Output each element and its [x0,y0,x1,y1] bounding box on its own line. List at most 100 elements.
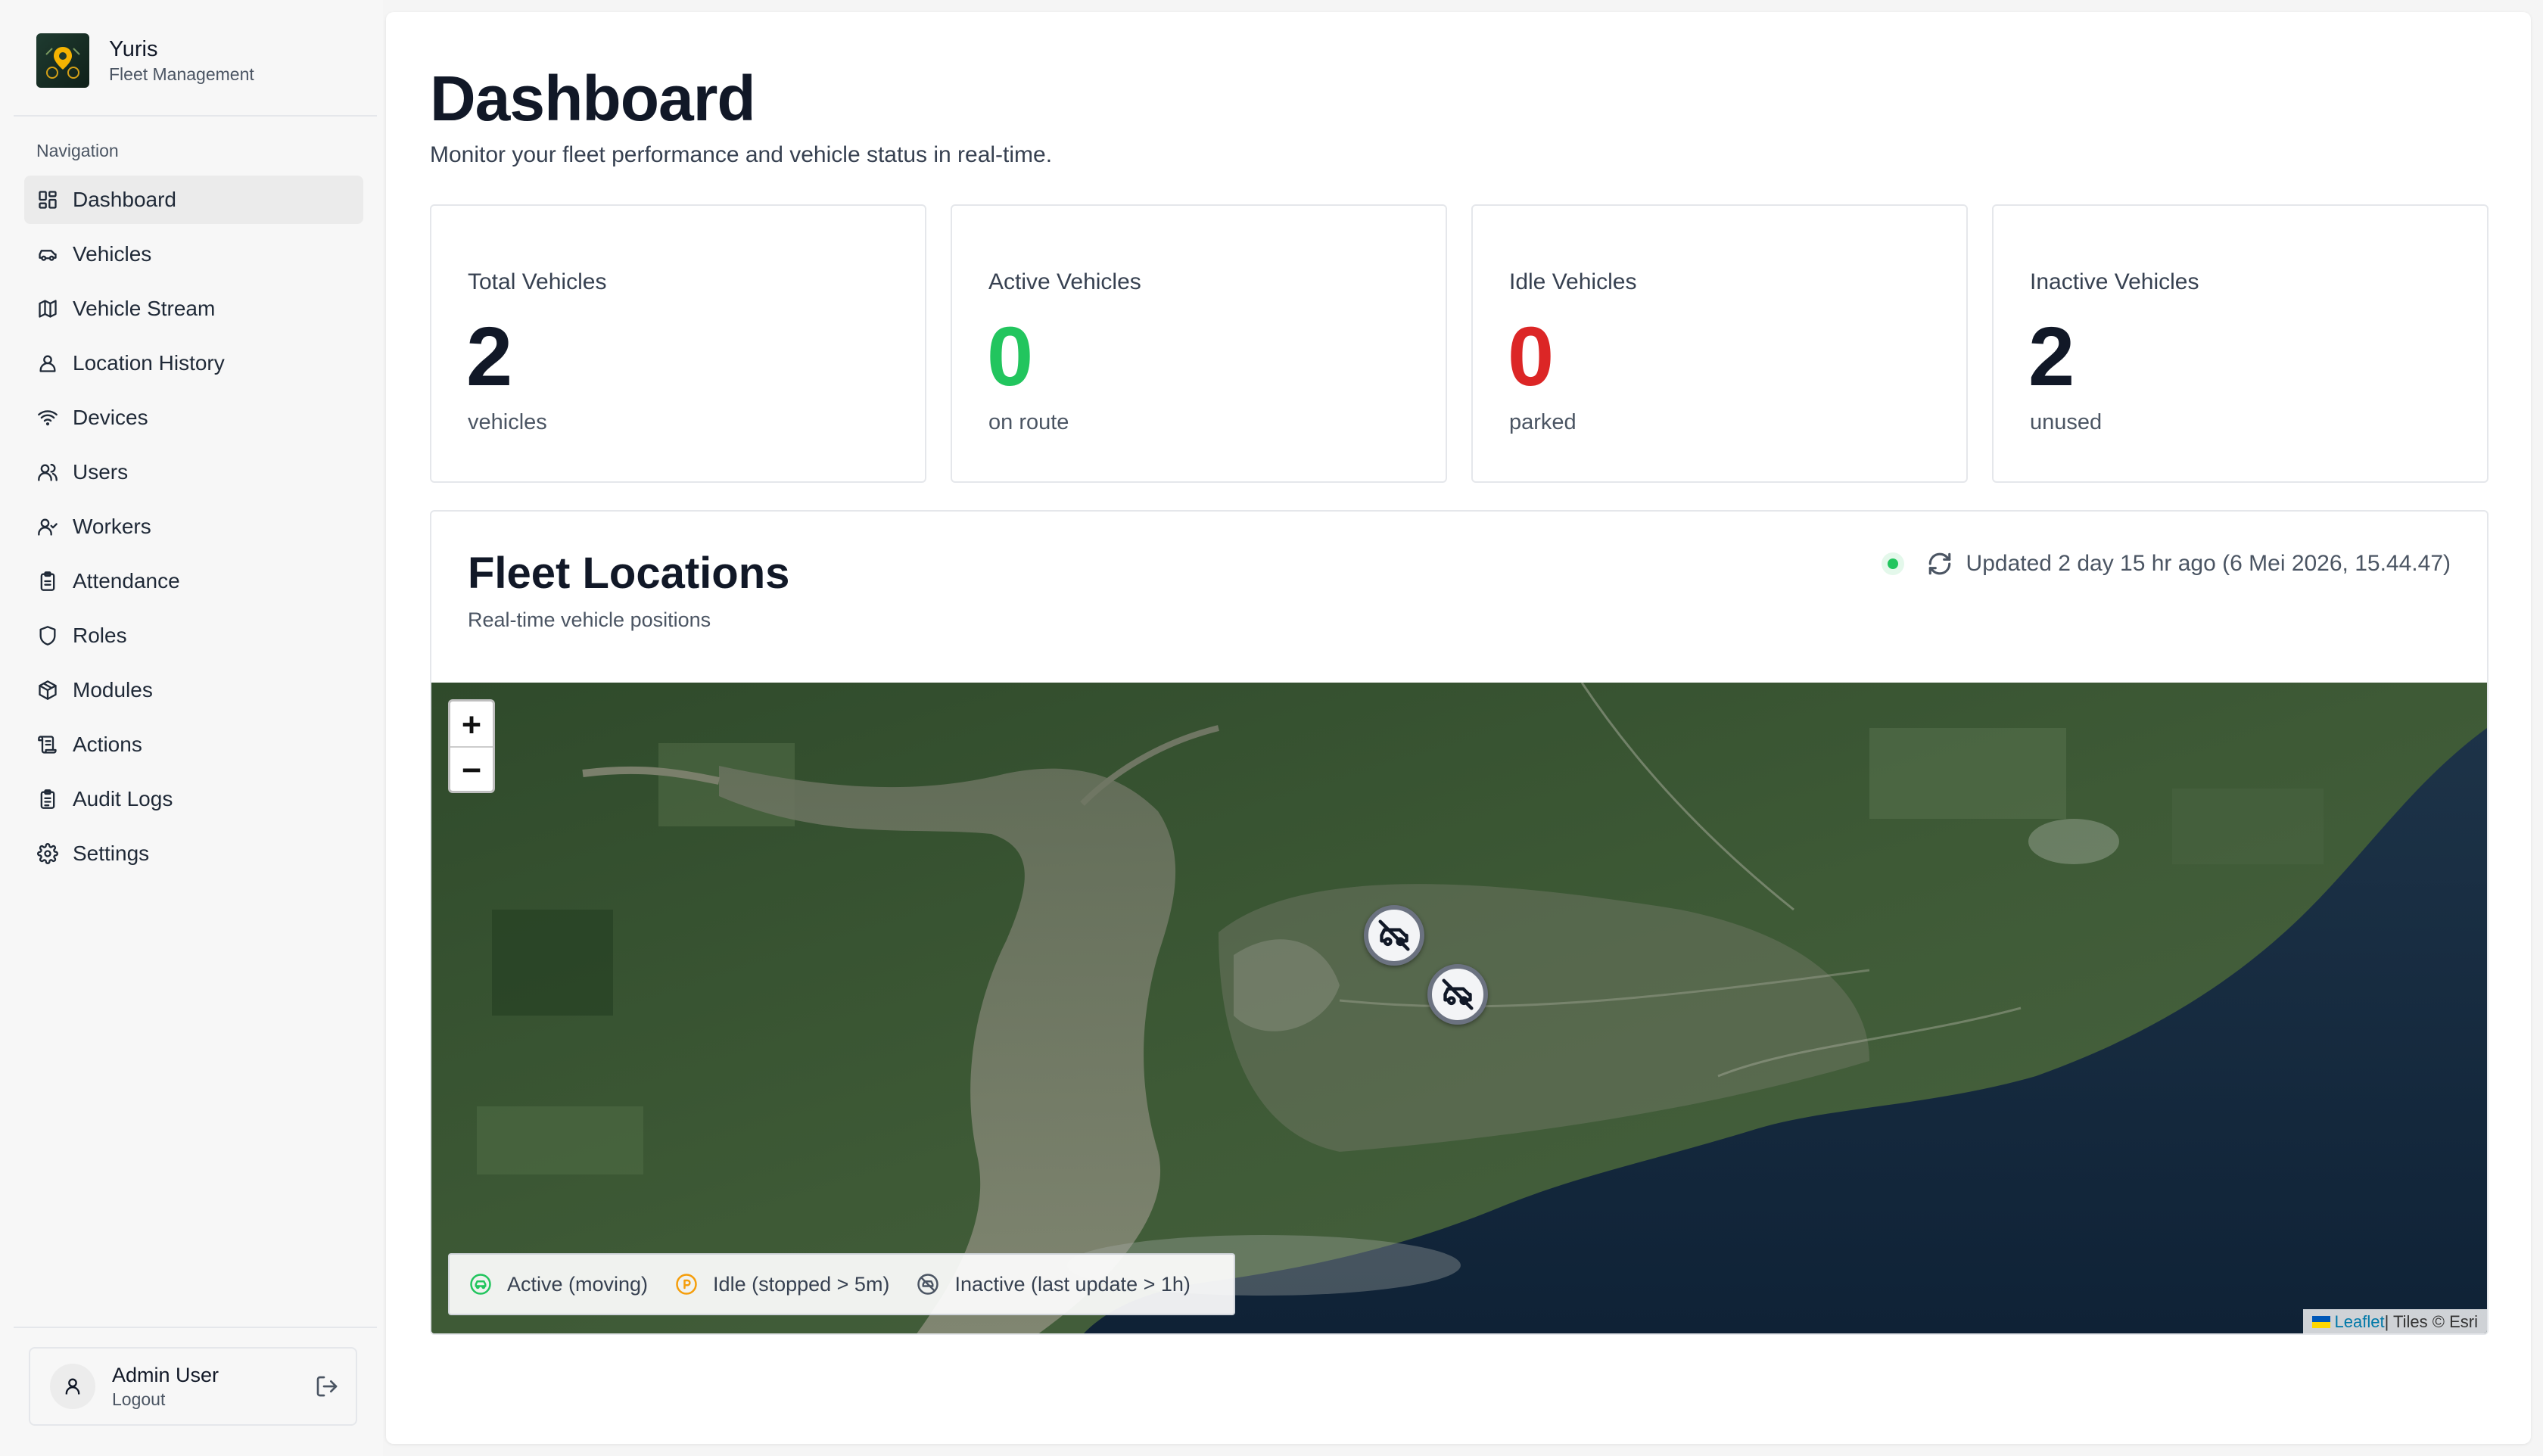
user-name: Admin User [112,1364,219,1386]
user-menu[interactable]: Admin User Logout [29,1347,357,1426]
clipboard-icon [36,570,59,593]
fleet-subtitle: Real-time vehicle positions [468,608,711,631]
wifi-icon [36,406,59,429]
sidebar-item-attendance[interactable]: Attendance [24,557,363,605]
vehicle-marker[interactable] [1427,964,1488,1025]
sidebar-item-users[interactable]: Users [24,448,363,496]
legend-inactive: Inactive (last update > 1h) [917,1272,1191,1296]
user-icon [65,1378,80,1395]
stat-card-inactive: Inactive Vehicles 2 unused [1992,204,2489,483]
stat-label: Active Vehicles [988,269,1141,294]
sidebar-item-label: Roles [73,624,127,647]
stat-value: 2 [466,310,513,403]
sidebar-item-label: Dashboard [73,188,176,211]
map-legend: Active (moving) Idle (stopped > 5m) Inac… [448,1253,1235,1315]
vehicle-marker[interactable] [1364,905,1424,966]
sidebar: Yuris Fleet Management Navigation Dashbo… [0,0,383,1456]
tiles-credit: | Tiles © Esri [2384,1312,2478,1331]
sidebar-footer-divider [14,1327,377,1328]
sidebar-item-location-history[interactable]: Location History [24,339,363,387]
sidebar-item-label: Settings [73,842,150,865]
sidebar-item-vehicle-stream[interactable]: Vehicle Stream [24,285,363,333]
user-location-icon [36,352,59,375]
ukraine-flag-icon [2311,1316,2330,1328]
stat-unit: parked [1509,410,1577,434]
avatar [50,1364,95,1409]
sidebar-item-audit-logs[interactable]: Audit Logs [24,775,363,823]
stat-value: 2 [2028,310,2075,403]
sidebar-item-roles[interactable]: Roles [24,611,363,660]
inactive-car-icon [1442,978,1474,1010]
brand-name: Yuris [109,37,158,61]
fleet-map[interactable]: + − Active (moving) Idle (stopped > 5m) [431,683,2487,1333]
sidebar-item-label: Location History [73,351,225,375]
legend-idle: Idle (stopped > 5m) [675,1273,889,1296]
stat-card-active: Active Vehicles 0 on route [951,204,1447,483]
sidebar-item-workers[interactable]: Workers [24,502,363,551]
user-check-icon [36,515,59,538]
legend-label: Idle (stopped > 5m) [713,1272,890,1296]
last-updated-text: Updated 2 day 15 hr ago (6 Mei 2026, 15.… [1966,551,2451,576]
map-attribution: Leaflet | Tiles © Esri [2302,1309,2487,1333]
stat-label: Total Vehicles [468,269,607,294]
sidebar-item-label: Actions [73,733,142,756]
sidebar-item-dashboard[interactable]: Dashboard [24,176,363,224]
car-icon [36,243,59,266]
inactive-icon [917,1274,939,1295]
legend-active: Active (moving) [469,1273,648,1296]
stat-value: 0 [1508,310,1555,403]
stat-unit: on route [988,410,1069,434]
legend-label: Active (moving) [507,1272,649,1296]
brand-logo [36,33,89,88]
sidebar-item-settings[interactable]: Settings [24,829,363,878]
zoom-out-button[interactable]: − [450,746,493,791]
settings-icon [36,842,59,865]
page-title: Dashboard [430,63,756,134]
legend-label: Inactive (last update > 1h) [954,1272,1191,1296]
sidebar-item-modules[interactable]: Modules [24,666,363,714]
sidebar-item-label: Vehicle Stream [73,297,216,320]
fleet-title: Fleet Locations [468,549,790,598]
main-content: Dashboard Monitor your fleet performance… [386,12,2531,1444]
live-status-dot [1887,558,1898,569]
sidebar-item-label: Devices [73,406,148,429]
zoom-in-button[interactable]: + [450,702,493,746]
stat-card-total: Total Vehicles 2 vehicles [430,204,926,483]
brand[interactable]: Yuris Fleet Management [36,33,254,88]
leaflet-link[interactable]: Leaflet [2335,1312,2385,1332]
stat-unit: unused [2030,410,2103,434]
package-icon [36,679,59,702]
logout-icon[interactable] [315,1374,339,1398]
zoom-control: + − [448,699,495,793]
sidebar-item-label: Workers [73,515,151,538]
map-icon [36,297,59,320]
active-car-icon [470,1274,491,1295]
brand-subtitle: Fleet Management [109,64,254,84]
stat-value: 0 [987,310,1034,403]
stat-label: Inactive Vehicles [2030,269,2199,294]
idle-clock-icon [676,1274,697,1295]
sidebar-item-label: Vehicles [73,242,152,266]
nav-heading: Navigation [36,141,119,160]
scroll-icon [36,733,59,756]
shield-icon [36,624,59,647]
dashboard-icon [36,188,59,211]
stat-unit: vehicles [468,410,547,434]
sidebar-item-devices[interactable]: Devices [24,394,363,442]
refresh-icon[interactable] [1927,551,1953,577]
sidebar-item-label: Users [73,460,129,484]
sidebar-item-vehicles[interactable]: Vehicles [24,230,363,278]
sidebar-item-label: Attendance [73,569,180,593]
clipboard-list-icon [36,788,59,810]
inactive-car-icon [1378,919,1410,951]
users-icon [36,461,59,484]
sidebar-item-actions[interactable]: Actions [24,720,363,769]
fleet-status: Updated 2 day 15 hr ago (6 Mei 2026, 15.… [1887,551,2451,577]
stat-label: Idle Vehicles [1509,269,1637,294]
page-subtitle: Monitor your fleet performance and vehic… [430,142,1053,167]
sidebar-item-label: Audit Logs [73,787,173,810]
logout-link[interactable]: Logout [112,1388,315,1411]
sidebar-divider [14,115,377,117]
sidebar-nav: Dashboard Vehicles Vehicle Stream Locati… [24,176,363,884]
stat-card-idle: Idle Vehicles 0 parked [1471,204,1968,483]
